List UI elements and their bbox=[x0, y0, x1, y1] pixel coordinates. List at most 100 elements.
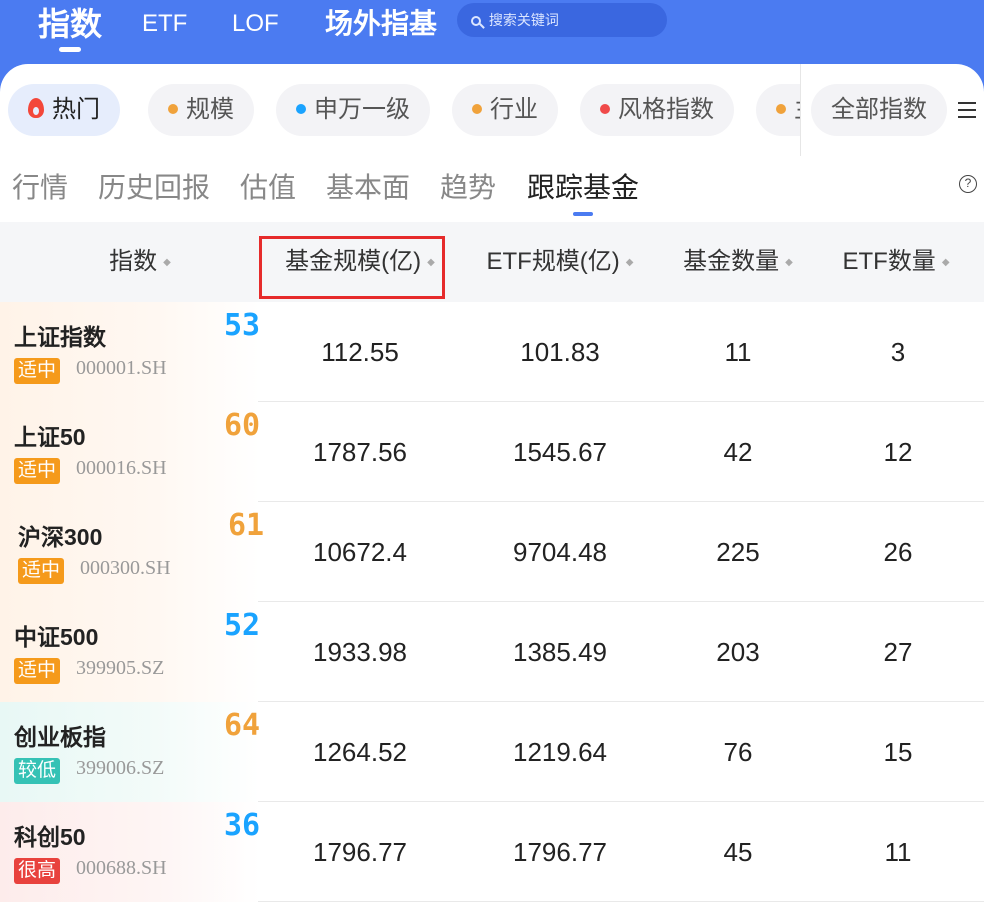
fund-count-cell: 42 bbox=[723, 437, 753, 467]
table-row[interactable]: 中证500 52 适中 399905.SZ 1933.98 1385.49 203 27 bbox=[0, 602, 984, 702]
chip-sw-level1-label: 申万一级 bbox=[314, 96, 410, 123]
temperature-score: 64 bbox=[224, 708, 261, 743]
tab-index[interactable]: 指数 bbox=[38, 0, 103, 52]
index-cell: 上证50 60 适中 000016.SH bbox=[0, 402, 260, 502]
index-name: 中证500 bbox=[14, 624, 99, 650]
chip-industry[interactable]: 行业 bbox=[452, 84, 558, 136]
sort-icon: ◆ bbox=[625, 257, 634, 268]
fund-count-cell: 225 bbox=[716, 537, 760, 567]
active-subtab-indicator bbox=[573, 212, 593, 216]
index-cell: 上证指数 53 适中 000001.SH bbox=[0, 302, 260, 402]
valuation-badge: 适中 bbox=[14, 458, 61, 484]
subtab-fundamentals[interactable]: 基本面 bbox=[326, 168, 410, 208]
index-code: 399006.SZ bbox=[76, 757, 165, 779]
table-row[interactable]: 科创50 36 很高 000688.SH 1796.77 1796.77 45 11 bbox=[0, 802, 984, 902]
etf-size-cell: 1219.64 bbox=[513, 737, 607, 767]
index-cell: 中证500 52 适中 399905.SZ bbox=[0, 602, 260, 702]
col-index[interactable]: 指数 ◆ bbox=[20, 222, 260, 302]
fund-count-cell: 45 bbox=[723, 837, 753, 867]
dot-icon bbox=[472, 104, 482, 114]
fund-size-cell: 1796.77 bbox=[313, 837, 407, 867]
index-code: 000016.SH bbox=[76, 457, 167, 479]
chip-style-index[interactable]: 风格指数 bbox=[580, 84, 734, 136]
sort-icon: ◆ bbox=[941, 257, 950, 268]
fund-size-cell: 1933.98 bbox=[313, 637, 407, 667]
index-name: 上证50 bbox=[14, 424, 86, 450]
chip-theme[interactable]: 主 bbox=[756, 84, 800, 136]
subtab-trend[interactable]: 趋势 bbox=[440, 168, 496, 208]
dot-icon bbox=[168, 104, 178, 114]
chip-hot[interactable]: 热门 bbox=[8, 84, 120, 136]
chip-scale-label: 规模 bbox=[186, 96, 234, 123]
flame-icon bbox=[28, 98, 44, 118]
valuation-badge: 适中 bbox=[14, 658, 61, 684]
menu-icon[interactable] bbox=[958, 102, 976, 118]
col-fund-count-label: 基金数量 bbox=[683, 248, 780, 275]
tab-lof[interactable]: LOF bbox=[232, 0, 279, 48]
chip-industry-label: 行业 bbox=[490, 96, 538, 123]
category-chips: 热门 规模 申万一级 行业 风格指数 主 bbox=[0, 64, 800, 156]
search-icon bbox=[471, 16, 481, 26]
fund-size-cell: 112.55 bbox=[321, 337, 399, 367]
index-name: 科创50 bbox=[14, 824, 86, 850]
chip-style-index-label: 风格指数 bbox=[618, 96, 714, 123]
fund-count-cell: 203 bbox=[716, 637, 760, 667]
etf-count-cell: 12 bbox=[883, 437, 913, 467]
index-cell: 创业板指 64 较低 399006.SZ bbox=[0, 702, 260, 802]
valuation-badge: 适中 bbox=[14, 358, 61, 384]
table-row[interactable]: 上证指数 53 适中 000001.SH 112.55 101.83 11 3 bbox=[0, 302, 984, 402]
row-divider bbox=[258, 901, 984, 902]
temperature-score: 36 bbox=[224, 808, 261, 843]
etf-size-cell: 101.83 bbox=[520, 337, 600, 367]
fund-size-cell: 1264.52 bbox=[313, 737, 407, 767]
etf-count-cell: 26 bbox=[883, 537, 913, 567]
etf-size-cell: 1545.67 bbox=[513, 437, 607, 467]
search-placeholder: 搜索关键词 bbox=[488, 12, 559, 28]
subtab-history-return[interactable]: 历史回报 bbox=[98, 168, 210, 208]
table-header: 指数 ◆ 基金规模(亿) ◆ ETF规模(亿) ◆ 基金数量 ◆ ETF数量 ◆ bbox=[0, 222, 984, 302]
dot-icon bbox=[776, 104, 786, 114]
temperature-score: 52 bbox=[224, 608, 261, 643]
etf-count-cell: 15 bbox=[883, 737, 913, 767]
table-row[interactable]: 沪深300 61 适中 000300.SH 10672.4 9704.48 225 26 bbox=[0, 502, 984, 602]
dot-icon bbox=[296, 104, 306, 114]
valuation-badge: 适中 bbox=[18, 558, 65, 584]
col-etf-count[interactable]: ETF数量 ◆ bbox=[808, 222, 984, 302]
sort-icon: ◆ bbox=[785, 257, 793, 268]
index-name: 上证指数 bbox=[14, 324, 106, 350]
tab-otc-index-fund[interactable]: 场外指基 bbox=[325, 0, 437, 48]
etf-count-cell: 11 bbox=[884, 837, 912, 867]
valuation-badge: 较低 bbox=[14, 758, 61, 784]
chip-scale[interactable]: 规模 bbox=[148, 84, 254, 136]
col-etf-count-label: ETF数量 bbox=[842, 248, 936, 275]
temperature-score: 60 bbox=[224, 408, 261, 443]
index-code: 000300.SH bbox=[80, 557, 171, 579]
col-index-label: 指数 bbox=[109, 248, 158, 275]
help-icon[interactable]: ? bbox=[959, 175, 977, 193]
index-cell: 沪深300 61 适中 000300.SH bbox=[0, 502, 264, 602]
subtab-valuation[interactable]: 估值 bbox=[240, 168, 296, 208]
table-row[interactable]: 创业板指 64 较低 399006.SZ 1264.52 1219.64 76 15 bbox=[0, 702, 984, 802]
active-tab-indicator bbox=[59, 47, 81, 52]
highlight-box bbox=[259, 236, 445, 299]
col-etf-size[interactable]: ETF规模(亿) ◆ bbox=[460, 222, 660, 302]
tab-etf[interactable]: ETF bbox=[142, 0, 187, 48]
index-cell: 科创50 36 很高 000688.SH bbox=[0, 802, 260, 902]
chips-divider bbox=[800, 64, 801, 156]
index-code: 000688.SH bbox=[76, 857, 167, 879]
index-code: 000001.SH bbox=[76, 357, 167, 379]
index-name: 创业板指 bbox=[14, 724, 106, 750]
search-input[interactable]: 搜索关键词 bbox=[457, 3, 667, 37]
subtab-quotes[interactable]: 行情 bbox=[12, 168, 68, 208]
chip-sw-level1[interactable]: 申万一级 bbox=[276, 84, 430, 136]
fund-count-cell: 76 bbox=[723, 737, 753, 767]
col-fund-count[interactable]: 基金数量 ◆ bbox=[648, 222, 828, 302]
tab-index-label: 指数 bbox=[38, 6, 103, 42]
index-code: 399905.SZ bbox=[76, 657, 165, 679]
etf-size-cell: 1796.77 bbox=[513, 837, 607, 867]
subtab-tracking-funds[interactable]: 跟踪基金 bbox=[527, 168, 639, 216]
all-index-button[interactable]: 全部指数 bbox=[811, 84, 947, 136]
table-row[interactable]: 上证50 60 适中 000016.SH 1787.56 1545.67 42 12 bbox=[0, 402, 984, 502]
sort-icon: ◆ bbox=[163, 257, 171, 268]
etf-size-cell: 1385.49 bbox=[513, 637, 607, 667]
